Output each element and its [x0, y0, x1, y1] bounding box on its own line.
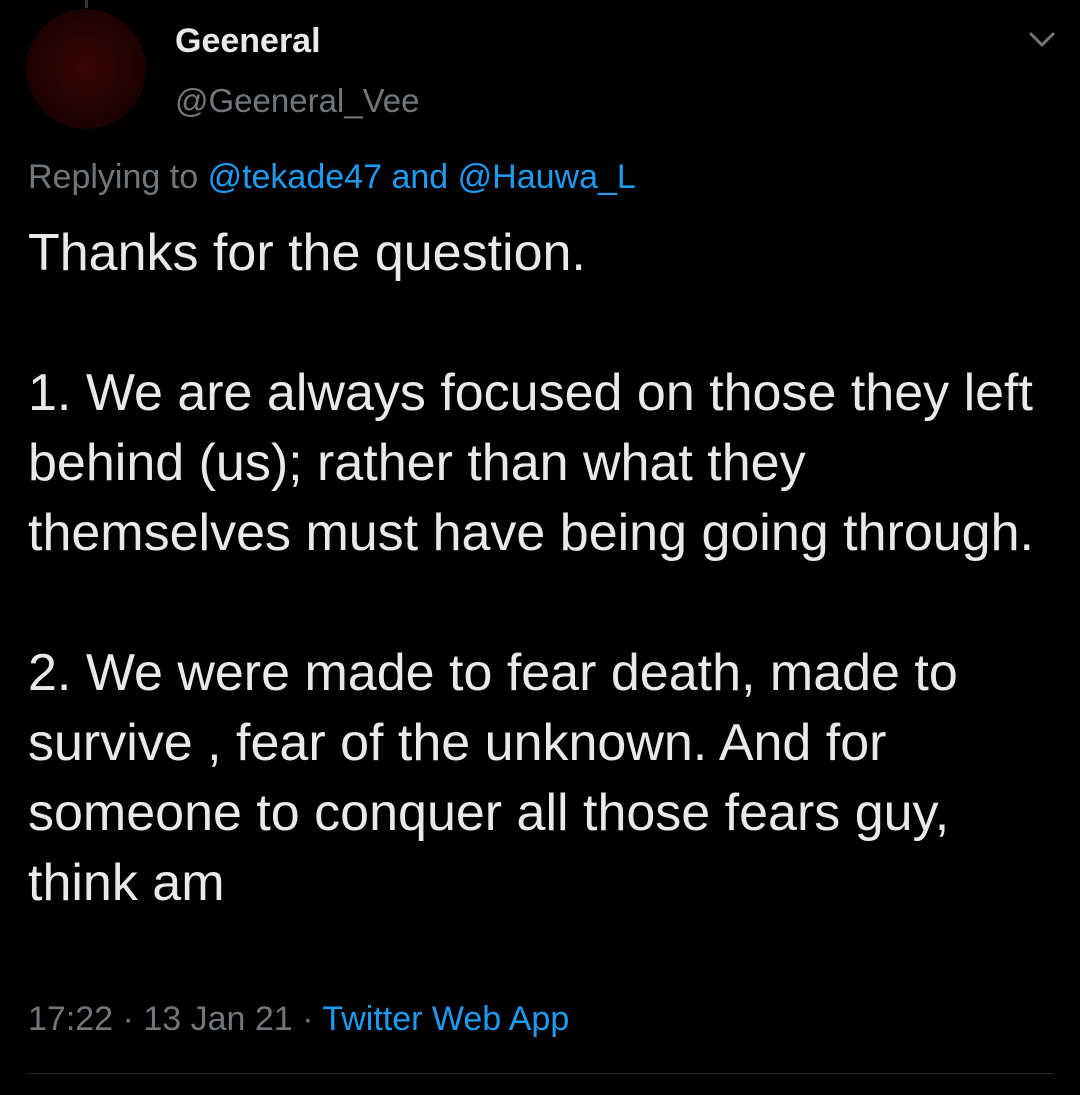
- author-handle[interactable]: @Geeneral_Vee: [175, 82, 420, 120]
- meta-separator: ·: [122, 1000, 134, 1038]
- tweet-time[interactable]: 17:22: [28, 1000, 113, 1038]
- tweet-paragraph: 1. We are always focused on those they l…: [28, 364, 1034, 562]
- avatar[interactable]: [26, 9, 146, 129]
- replying-to-label: Replying to: [28, 158, 199, 196]
- tweet-source-link[interactable]: Twitter Web App: [322, 1000, 569, 1038]
- mention-link[interactable]: @Hauwa_L: [458, 158, 636, 196]
- tweet-paragraph: Thanks for the question.: [28, 224, 586, 282]
- replying-to-line: Replying to @tekade47 and @Hauwa_L: [28, 158, 636, 197]
- tweet-text: Thanks for the question. 1. We are alway…: [28, 218, 1058, 918]
- tweet-date[interactable]: 13 Jan 21: [143, 1000, 292, 1038]
- mention-link[interactable]: @tekade47: [208, 158, 382, 196]
- thread-connector-line: [85, 0, 88, 8]
- tweet-metadata: 17:22 · 13 Jan 21 · Twitter Web App: [28, 1000, 569, 1039]
- mention-conjunction[interactable]: and: [391, 158, 448, 196]
- meta-separator: ·: [302, 1000, 314, 1038]
- divider: [28, 1073, 1053, 1074]
- chevron-down-icon[interactable]: [1028, 30, 1056, 50]
- tweet-paragraph: 2. We were made to fear death, made to s…: [28, 644, 958, 912]
- author-display-name[interactable]: Geeneral: [175, 22, 321, 61]
